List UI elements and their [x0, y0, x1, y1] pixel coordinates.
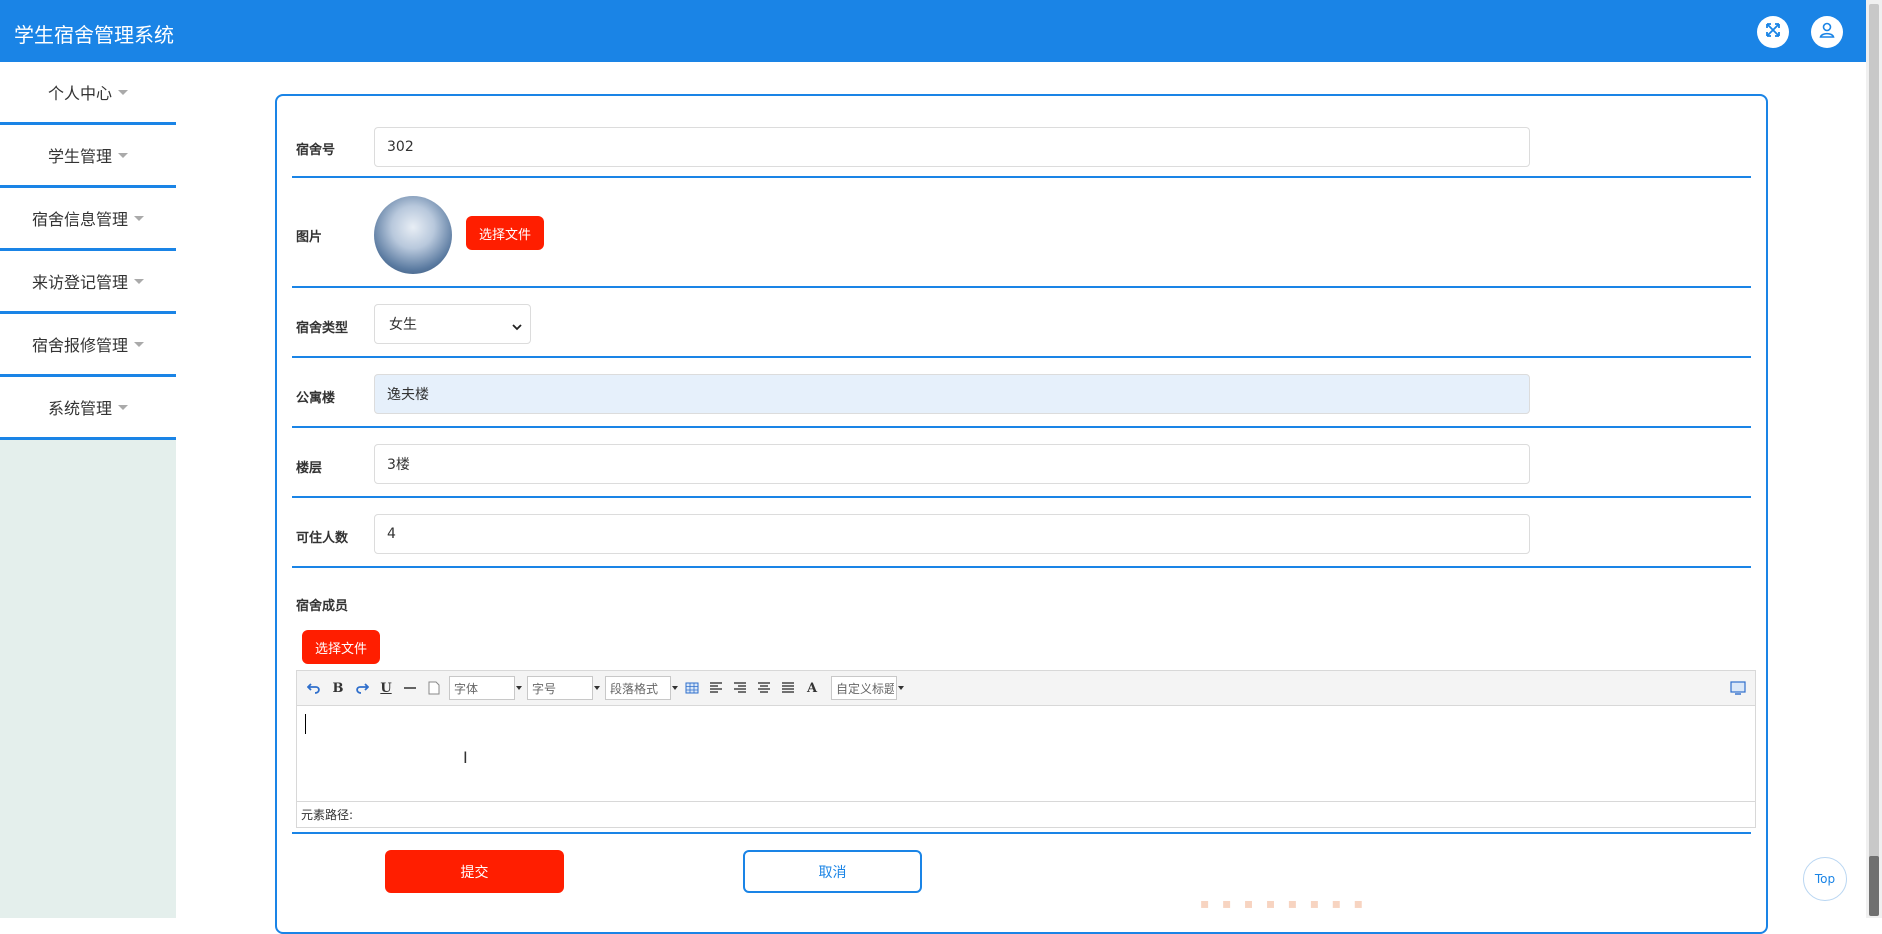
underline-icon[interactable]: U: [377, 679, 395, 697]
fullscreen-button[interactable]: [1757, 16, 1789, 48]
element-path-bar: 元素路径:: [297, 801, 1755, 827]
form-row-image: 图片 选择文件: [292, 178, 1751, 288]
sidebar-item-student-management[interactable]: 学生管理: [0, 125, 176, 188]
caret-down-icon: [118, 89, 128, 95]
element-path-label: 元素路径:: [301, 808, 354, 822]
form-row-dorm-type: 宿舍类型 女生: [292, 288, 1751, 358]
undo-icon[interactable]: [305, 679, 323, 697]
caret-down-icon: [134, 215, 144, 221]
sidebar-item-dorm-info-management[interactable]: 宿舍信息管理: [0, 188, 176, 251]
dorm-no-input[interactable]: 302: [374, 127, 1530, 167]
user-menu-button[interactable]: [1811, 16, 1843, 48]
back-to-top-button[interactable]: Top: [1803, 857, 1847, 901]
sidebar: 个人中心 学生管理 宿舍信息管理 来访登记管理 宿舍报修管理 系统管理: [0, 62, 176, 918]
editor-content-area[interactable]: I: [297, 706, 1755, 801]
sidebar-item-label: 来访登记管理: [31, 273, 128, 292]
members-label: 宿舍成员: [296, 599, 349, 614]
dorm-type-select[interactable]: 女生: [374, 304, 531, 344]
caret-down-icon: [134, 278, 144, 284]
building-input[interactable]: 逸夫楼: [374, 374, 1530, 414]
dorm-type-selected-value: 女生: [389, 317, 417, 333]
sidebar-item-visitor-management[interactable]: 来访登记管理: [0, 251, 176, 314]
choose-members-file-button[interactable]: 选择文件: [302, 630, 380, 664]
capacity-input[interactable]: 4: [374, 514, 1530, 554]
paragraph-format-combo-label: 段落格式: [610, 681, 659, 696]
sidebar-item-personal-center[interactable]: 个人中心: [0, 62, 176, 125]
sidebar-item-label: 宿舍信息管理: [31, 210, 128, 229]
rich-text-editor: B U 字体 字号 段落格式 A 自定义标题 I 元素路径:: [296, 670, 1756, 828]
submit-button[interactable]: 提交: [385, 850, 564, 893]
editor-toolbar: B U 字体 字号 段落格式 A 自定义标题: [297, 671, 1755, 706]
bold-icon[interactable]: B: [329, 679, 347, 697]
font-size-combo-label: 字号: [532, 681, 557, 696]
font-family-combo[interactable]: 字体: [449, 676, 522, 700]
align-justify-icon[interactable]: [779, 679, 797, 697]
align-left-icon[interactable]: [707, 679, 725, 697]
font-size-combo[interactable]: 字号: [527, 676, 600, 700]
custom-heading-combo[interactable]: 自定义标题: [831, 676, 904, 700]
scrollbar-handle[interactable]: [1869, 856, 1879, 916]
floor-label: 楼层: [296, 461, 323, 476]
caret-down-icon: [134, 341, 144, 347]
capacity-label: 可住人数: [296, 531, 349, 546]
align-center-icon[interactable]: [755, 679, 773, 697]
sidebar-item-system-management[interactable]: 系统管理: [0, 377, 176, 440]
caret-down-icon: [118, 152, 128, 158]
sidebar-item-label: 学生管理: [47, 147, 112, 166]
align-right-icon[interactable]: [731, 679, 749, 697]
sidebar-item-repair-management[interactable]: 宿舍报修管理: [0, 314, 176, 377]
sidebar-menu: 个人中心 学生管理 宿舍信息管理 来访登记管理 宿舍报修管理 系统管理: [0, 62, 176, 440]
fullscreen-icon: [1764, 21, 1782, 43]
custom-heading-combo-label: 自定义标题: [836, 681, 894, 696]
form-row-dorm-no: 宿舍号 302: [292, 96, 1751, 178]
page-scrollbar[interactable]: [1866, 0, 1882, 918]
choose-image-button[interactable]: 选择文件: [466, 216, 544, 250]
chevron-down-icon: [512, 319, 522, 335]
source-code-icon[interactable]: [1729, 679, 1747, 697]
floor-input[interactable]: 3楼: [374, 444, 1530, 484]
image-label: 图片: [296, 230, 323, 245]
table-icon[interactable]: [683, 679, 701, 697]
dorm-type-label: 宿舍类型: [296, 321, 349, 336]
dorm-no-label: 宿舍号: [296, 143, 336, 158]
new-document-icon[interactable]: [425, 679, 443, 697]
sidebar-item-label: 系统管理: [47, 399, 112, 418]
top-header: 学生宿舍管理系统: [0, 0, 1866, 62]
form-row-capacity: 可住人数 4: [292, 498, 1751, 568]
sidebar-item-label: 宿舍报修管理: [31, 336, 128, 355]
font-color-icon[interactable]: A: [803, 679, 821, 697]
font-family-combo-label: 字体: [454, 681, 479, 696]
form-row-building: 公寓楼 逸夫楼: [292, 358, 1751, 428]
ibeam-cursor-icon: I: [463, 748, 468, 767]
dorm-image-preview: [374, 196, 452, 274]
paragraph-format-combo[interactable]: 段落格式: [605, 676, 678, 700]
cancel-button[interactable]: 取消: [743, 850, 922, 893]
sidebar-item-label: 个人中心: [47, 84, 112, 103]
app-title: 学生宿舍管理系统: [14, 23, 174, 47]
building-label: 公寓楼: [296, 391, 336, 406]
caret-down-icon: [118, 404, 128, 410]
ime-toolbar-icon: ▪ ▪ ▪ ▪ ▪ ▪ ▪ ▪: [1200, 896, 1368, 912]
text-cursor: [305, 714, 306, 734]
horizontal-rule-icon[interactable]: [401, 679, 419, 697]
user-icon: [1818, 21, 1836, 43]
redo-icon[interactable]: [353, 679, 371, 697]
scrollbar-thumb[interactable]: [1869, 4, 1879, 859]
form-row-floor: 楼层 3楼: [292, 428, 1751, 498]
